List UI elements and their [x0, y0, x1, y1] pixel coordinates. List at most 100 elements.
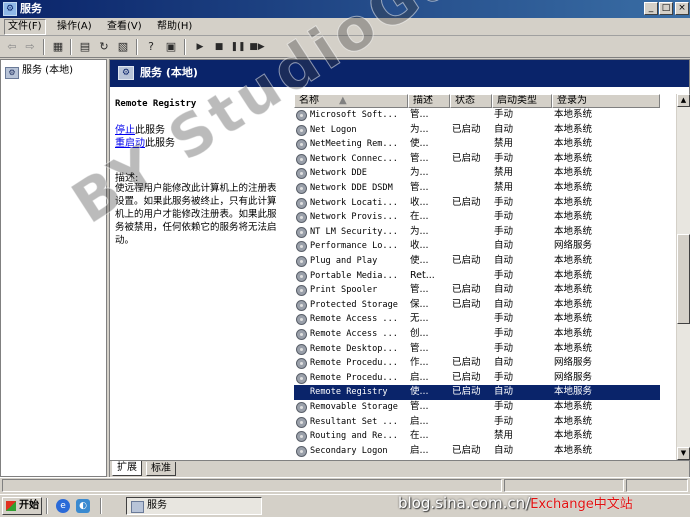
menu-help[interactable]: 帮助(H) [154, 20, 195, 34]
table-row[interactable]: Net Logon 为... 已启动 自动 本地系统 [294, 123, 688, 138]
scroll-up-icon[interactable]: ▲ [677, 94, 690, 107]
service-startup-type: 手动 [494, 211, 514, 223]
service-logon-as: 本地系统 [554, 255, 593, 266]
menu-action[interactable]: 操作(A) [54, 20, 95, 34]
table-row[interactable]: Remote Procedu... 启... 已启动 手动 网络服务 [294, 371, 688, 386]
service-name: Net Logon [310, 124, 357, 135]
scroll-down-icon[interactable]: ▼ [677, 447, 690, 460]
start-service-icon[interactable]: ▶ [192, 39, 208, 55]
menu-file[interactable]: 文件(F) [4, 19, 46, 35]
table-row[interactable]: Network Provis... 在... 手动 本地系统 [294, 210, 688, 225]
desktop-icon[interactable]: ◐ [76, 499, 90, 513]
tree-item-services-local[interactable]: ⚙ 服务 (本地) [5, 64, 73, 79]
refresh-icon[interactable]: ↻ [96, 39, 112, 55]
back-icon[interactable]: ⇦ [4, 39, 20, 55]
console-icon[interactable]: ▣ [163, 39, 179, 55]
table-row[interactable]: Portable Media... Ret... 手动 本地系统 [294, 269, 688, 284]
scroll-thumb[interactable] [677, 234, 690, 324]
column-header-description[interactable]: 描述 [408, 94, 450, 108]
blog-site-name: Exchange中文站 [530, 497, 633, 512]
service-startup-type: 自动 [492, 385, 552, 400]
service-startup-type: 手动 [494, 328, 514, 339]
column-header-logon-as[interactable]: 登录为 [552, 94, 660, 108]
table-row[interactable]: Secondary Logon 启... 已启动 自动 本地系统 [294, 444, 688, 459]
selected-service-name: Remote Registry [115, 99, 197, 109]
close-button[interactable]: × [675, 2, 689, 15]
table-row-selected[interactable]: Remote Registry 使... 已启动 自动 本地服务 [294, 385, 688, 400]
service-startup-type: 自动 [494, 357, 514, 369]
extended-info-panel: Remote Registry 停止此服务 重启动此服务 描述: 使远程用户能修… [110, 87, 293, 459]
vertical-scrollbar[interactable]: ▲ ▼ [676, 94, 690, 460]
service-description-cell: 创... [410, 328, 429, 339]
table-row[interactable]: Protected Storage 保... 已启动 自动 本地系统 [294, 298, 688, 313]
service-status: 已启动 [452, 444, 481, 456]
show-tree-icon[interactable]: ▦ [50, 39, 66, 55]
service-logon-as: 本地系统 [554, 152, 593, 164]
title-bar: ⚙ 服务 _ □ × [0, 0, 690, 18]
restart-service-link[interactable]: 重启动 [115, 138, 145, 149]
column-header-startup-type[interactable]: 启动类型 [492, 94, 552, 108]
service-status: 已启动 [452, 152, 481, 164]
table-row[interactable]: Network DDE 为... 禁用 本地系统 [294, 166, 688, 181]
pause-service-icon[interactable]: ❚❚ [230, 39, 246, 55]
forward-icon[interactable]: ⇨ [22, 39, 38, 55]
service-description-cell: Ret... [410, 269, 435, 281]
properties-icon[interactable]: ▤ [77, 39, 93, 55]
table-row[interactable]: Network Locati... 收... 已启动 手动 本地系统 [294, 196, 688, 211]
table-row[interactable]: Remote Procedu... 作... 已启动 自动 网络服务 [294, 356, 688, 371]
service-status [450, 108, 492, 123]
table-row[interactable]: Resultant Set ... 启... 手动 本地系统 [294, 415, 688, 430]
service-description-cell: 启... [410, 371, 429, 383]
help-icon[interactable]: ? [143, 39, 159, 55]
service-name: Remote Registry [294, 385, 408, 400]
stop-service-icon[interactable]: ■ [211, 39, 227, 55]
service-logon-as: 本地服务 [552, 385, 660, 400]
table-row[interactable]: Remote Desktop... 管... 手动 本地系统 [294, 342, 688, 357]
table-row[interactable]: Network Connec... 管... 已启动 手动 本地系统 [294, 152, 688, 167]
table-row[interactable]: Remote Access ... 创... 手动 本地系统 [294, 327, 688, 342]
table-row[interactable]: Plug and Play 使... 已启动 自动 本地系统 [294, 254, 688, 269]
service-status [450, 137, 492, 152]
stop-service-link[interactable]: 停止 [115, 125, 135, 136]
service-startup-type: 自动 [494, 284, 514, 296]
table-row[interactable]: Routing and Re... 在... 禁用 本地系统 [294, 429, 688, 444]
tab-extended[interactable]: 扩展 [112, 461, 142, 476]
table-row[interactable]: NT LM Security... 为... 手动 本地系统 [294, 225, 688, 240]
export-list-icon[interactable]: ▧ [115, 39, 131, 55]
service-description-cell: 管... [410, 182, 429, 193]
table-row[interactable]: Print Spooler 管... 已启动 自动 本地系统 [294, 283, 688, 298]
table-row[interactable]: Microsoft Soft... 管... 手动 本地系统 [294, 108, 688, 123]
table-row[interactable]: Remote Access ... 无... 手动 本地系统 [294, 312, 688, 327]
minimize-button[interactable]: _ [644, 2, 658, 15]
sort-ascending-icon: ▲ [339, 95, 347, 106]
taskbar-button-services[interactable]: 服务 [126, 497, 262, 515]
column-header-name[interactable]: 名称 ▲ [294, 94, 408, 108]
toolbar-separator [43, 39, 45, 55]
table-row[interactable]: NetMeeting Rem... 使... 禁用 本地系统 [294, 137, 688, 152]
service-startup-type: 手动 [494, 371, 514, 383]
start-button[interactable]: 开始 [2, 497, 42, 515]
service-description-cell: 收... [410, 240, 429, 252]
service-startup-type: 手动 [494, 415, 514, 427]
service-startup-type: 手动 [494, 401, 514, 412]
menu-view[interactable]: 查看(V) [104, 20, 145, 34]
service-name: NetMeeting Rem... [310, 139, 398, 150]
service-status: 已启动 [452, 196, 481, 208]
tab-standard[interactable]: 标准 [146, 462, 176, 476]
table-row[interactable]: Network DDE DSDM 管... 禁用 本地系统 [294, 181, 688, 196]
service-status: 已启动 [450, 385, 492, 400]
service-name: Remote Access ... [310, 314, 398, 325]
service-logon-as: 本地系统 [554, 328, 593, 339]
service-logon-as: 本地系统 [554, 182, 593, 193]
restore-button[interactable]: □ [659, 2, 673, 15]
internet-explorer-icon[interactable]: e [56, 499, 70, 513]
service-name: Protected Storage [310, 299, 398, 310]
service-name: Microsoft Soft... [310, 110, 398, 120]
service-status: 已启动 [452, 371, 481, 383]
service-startup-type: 禁用 [494, 167, 514, 179]
table-row[interactable]: Performance Lo... 收... 自动 网络服务 [294, 239, 688, 254]
table-row[interactable]: Removable Storage 管... 手动 本地系统 [294, 400, 688, 415]
column-header-status[interactable]: 状态 [450, 94, 492, 108]
restart-service-icon[interactable]: ■▶ [249, 39, 265, 55]
service-description-cell: 为... [410, 123, 429, 135]
